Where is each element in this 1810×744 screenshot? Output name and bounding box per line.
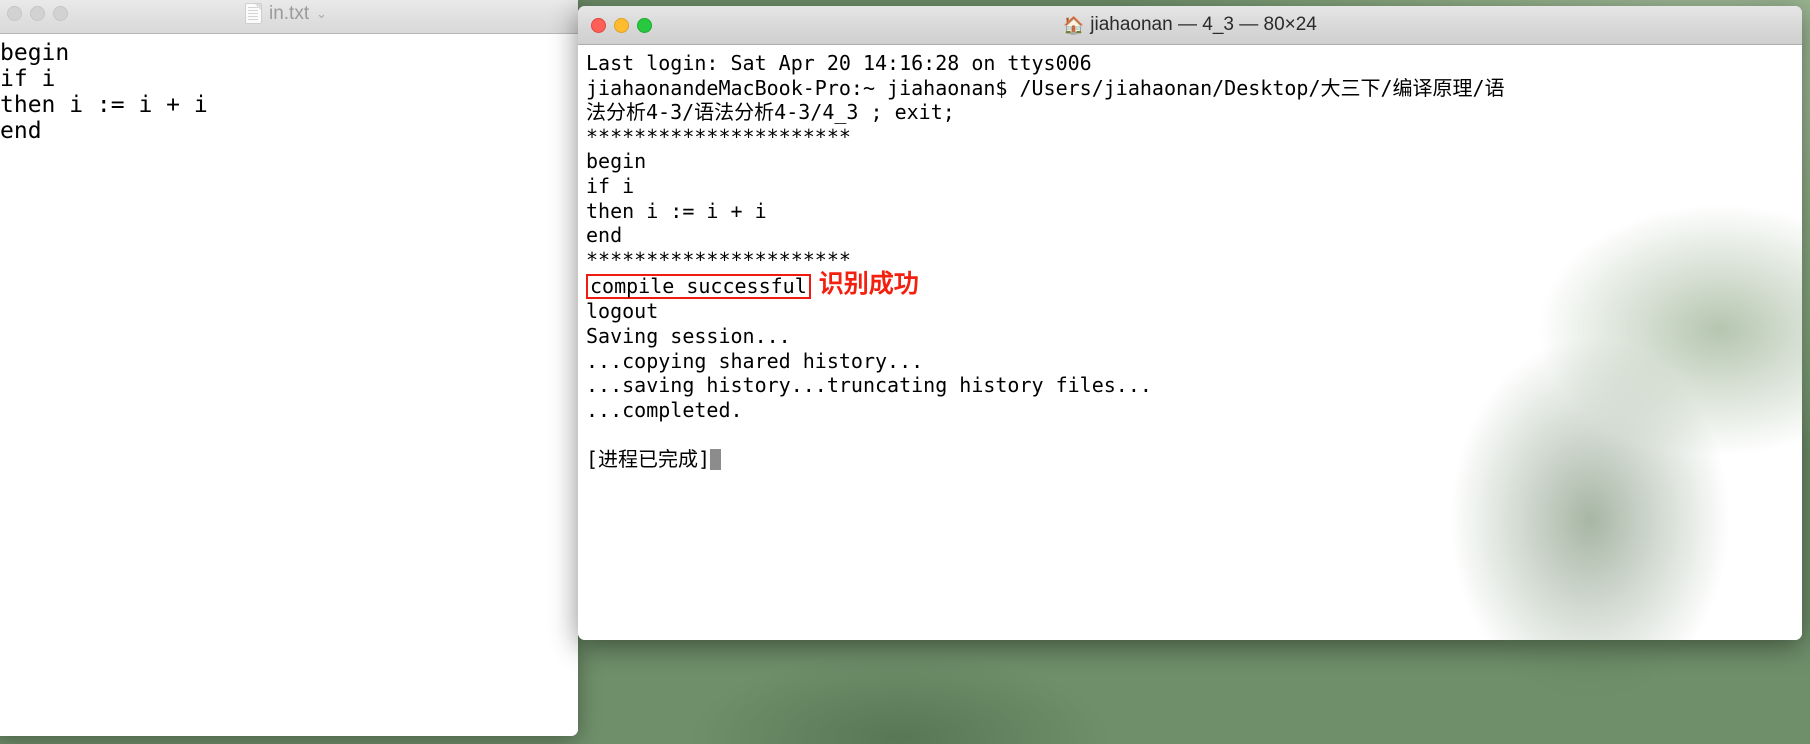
terminal-line: then i := i + i bbox=[586, 198, 767, 223]
terminal-line: logout bbox=[586, 299, 659, 324]
terminal-line: end bbox=[586, 223, 623, 248]
terminal-titlebar[interactable]: 🏠 jiahaonan — 4_3 — 80×24 bbox=[578, 6, 1802, 45]
terminal-line: if i bbox=[586, 173, 635, 198]
code-line: end bbox=[0, 118, 42, 144]
terminal-line: ...copying shared history... bbox=[586, 348, 924, 373]
maximize-button[interactable] bbox=[637, 17, 652, 33]
chevron-down-icon[interactable]: ⌄ bbox=[316, 6, 327, 22]
terminal-title-label: jiahaonan — 4_3 — 80×24 bbox=[1090, 14, 1317, 35]
terminal-line: ...completed. bbox=[586, 397, 743, 422]
terminal-cursor bbox=[710, 448, 722, 470]
terminal-traffic-lights bbox=[591, 17, 652, 33]
terminal-line: 法分析4-3/语法分析4-3/4_3 ; exit; bbox=[586, 100, 955, 125]
close-button[interactable] bbox=[7, 6, 22, 21]
process-completed-line: [进程已完成] bbox=[586, 447, 1802, 472]
textedit-title-group: in.txt ⌄ bbox=[0, 3, 578, 25]
document-icon bbox=[244, 3, 262, 24]
terminal-title-group: 🏠 jiahaonan — 4_3 — 80×24 bbox=[578, 14, 1802, 36]
minimize-button[interactable] bbox=[614, 17, 629, 33]
textedit-window[interactable]: in.txt ⌄ begin if i then i := i + i end bbox=[0, 0, 578, 736]
textedit-title-label: in.txt bbox=[268, 2, 310, 24]
textedit-text-area[interactable]: begin if i then i := i + i end bbox=[0, 34, 578, 736]
terminal-line: ********************** bbox=[586, 247, 851, 272]
close-button[interactable] bbox=[591, 17, 606, 33]
terminal-line: ...saving history...truncating history f… bbox=[586, 373, 1152, 398]
desktop-background: in.txt ⌄ begin if i then i := i + i end … bbox=[0, 0, 1810, 744]
home-icon: 🏠 bbox=[1063, 15, 1085, 35]
code-line: then i := i + i bbox=[0, 92, 208, 118]
process-completed-label: [进程已完成] bbox=[586, 446, 711, 471]
maximize-button[interactable] bbox=[53, 6, 68, 21]
terminal-window[interactable]: 🏠 jiahaonan — 4_3 — 80×24 Last login: Sa… bbox=[578, 6, 1802, 640]
terminal-line: ********************** bbox=[586, 124, 851, 149]
terminal-line: Last login: Sat Apr 20 14:16:28 on ttys0… bbox=[586, 51, 1092, 75]
terminal-line: jiahaonandeMacBook-Pro:~ jiahaonan$ /Use… bbox=[586, 75, 1505, 100]
terminal-output-area[interactable]: Last login: Sat Apr 20 14:16:28 on ttys0… bbox=[578, 45, 1802, 640]
terminal-line: begin bbox=[586, 149, 647, 174]
textedit-traffic-lights bbox=[7, 6, 68, 21]
textedit-titlebar[interactable]: in.txt ⌄ bbox=[0, 0, 578, 34]
annotation-label: 识别成功 bbox=[818, 269, 919, 299]
compile-result-line: compile successful 识别成功 bbox=[586, 269, 1802, 300]
terminal-line: Saving session... bbox=[586, 323, 791, 348]
code-line: begin bbox=[0, 40, 70, 66]
compile-success-highlight: compile successful bbox=[586, 274, 811, 300]
minimize-button[interactable] bbox=[30, 6, 45, 21]
code-line: if i bbox=[0, 66, 56, 92]
